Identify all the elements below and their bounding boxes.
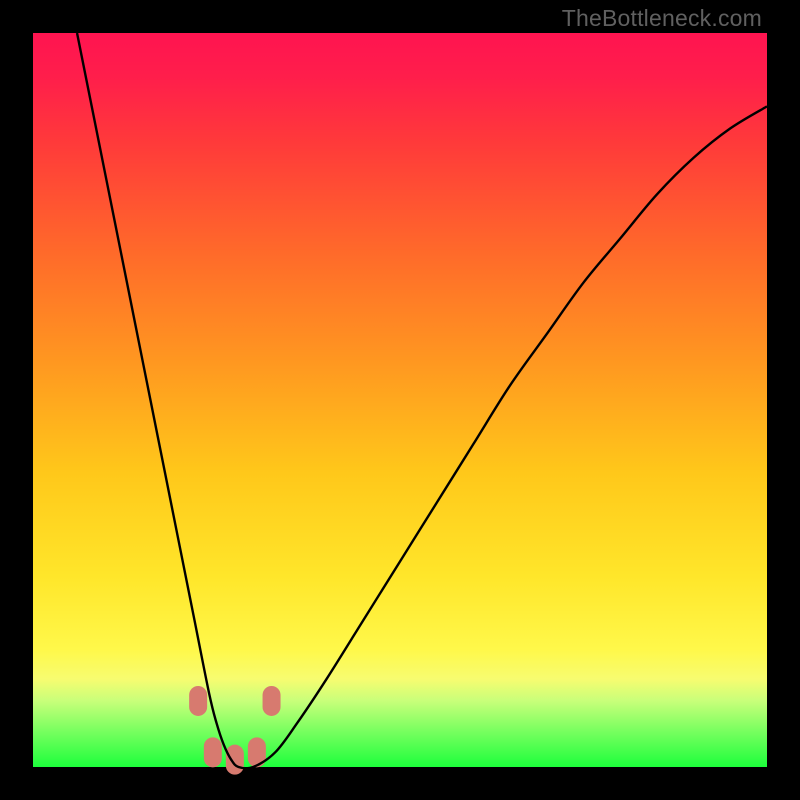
marker [189, 686, 207, 716]
chart-frame: TheBottleneck.com [0, 0, 800, 800]
marker [204, 737, 222, 767]
watermark-text: TheBottleneck.com [562, 5, 762, 32]
plot-area [33, 33, 767, 767]
marker [263, 686, 281, 716]
markers-group [189, 686, 280, 775]
curve-svg [33, 33, 767, 767]
bottleneck-curve [77, 33, 767, 768]
marker [226, 745, 244, 775]
